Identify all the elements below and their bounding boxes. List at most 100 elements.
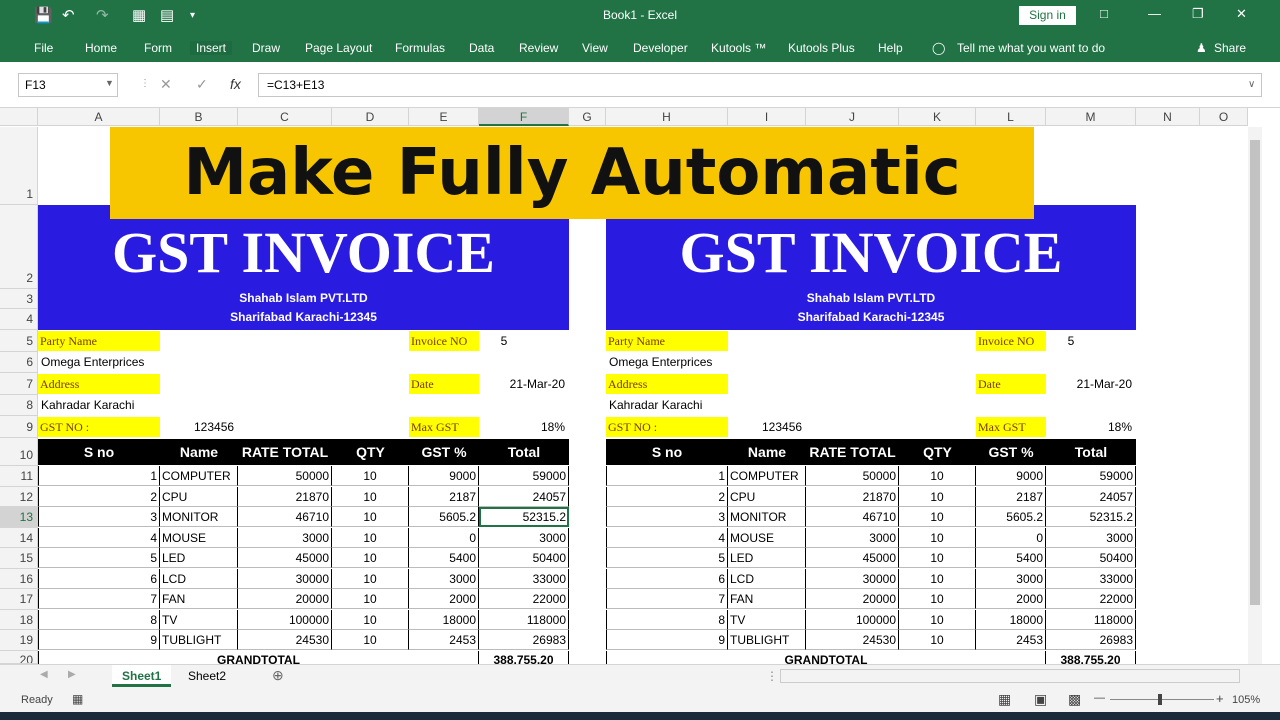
zoom-slider[interactable] [1110, 699, 1214, 700]
cell-rate-total[interactable]: 24530 [238, 630, 332, 650]
row-header-8[interactable]: 8 [0, 395, 38, 416]
cell-name[interactable]: MOUSE [160, 528, 238, 548]
invoice-no-value[interactable]: 5 [479, 331, 529, 351]
cell-qty[interactable]: 10 [899, 487, 976, 507]
cell-qty[interactable]: 10 [332, 630, 409, 650]
row-header-4[interactable]: 4 [0, 309, 38, 330]
cell-qty[interactable]: 10 [332, 528, 409, 548]
cell-name[interactable]: CPU [728, 487, 806, 507]
row-header-17[interactable]: 17 [0, 589, 38, 610]
cell-s-no[interactable]: 7 [606, 589, 728, 609]
cell-gst[interactable]: 0 [409, 528, 479, 548]
tab-review[interactable]: Review [519, 41, 558, 55]
cell-gst[interactable]: 2187 [976, 487, 1046, 507]
row-header-2[interactable]: 2 [0, 205, 38, 289]
cell-rate-total[interactable]: 20000 [806, 589, 899, 609]
cell-qty[interactable]: 10 [332, 466, 409, 486]
cell-qty[interactable]: 10 [332, 487, 409, 507]
cell-total[interactable]: 26983 [1046, 630, 1136, 650]
cell-name[interactable]: LED [160, 548, 238, 568]
cell-gst[interactable]: 3000 [409, 569, 479, 589]
share-button[interactable]: Share [1214, 41, 1246, 55]
sign-in-button[interactable]: Sign in [1019, 6, 1076, 25]
cell-name[interactable]: MOUSE [728, 528, 806, 548]
cell-name[interactable]: CPU [160, 487, 238, 507]
cell-s-no[interactable]: 4 [606, 528, 728, 548]
cell-rate-total[interactable]: 3000 [238, 528, 332, 548]
cell-total[interactable]: 118000 [1046, 610, 1136, 630]
ribbon-display-icon[interactable]: □ [1100, 6, 1108, 21]
cell-qty[interactable]: 10 [899, 630, 976, 650]
col-header-o[interactable]: O [1200, 108, 1248, 126]
cell-s-no[interactable]: 3 [38, 507, 160, 527]
page-break-view-icon[interactable]: ▩ [1068, 691, 1081, 708]
close-icon[interactable]: ✕ [1236, 6, 1247, 22]
col-header-a[interactable]: A [38, 108, 160, 126]
sheet-tab-sheet2[interactable]: Sheet2 [178, 665, 236, 687]
col-header-f[interactable]: F [479, 108, 569, 126]
cell-total[interactable]: 22000 [479, 589, 569, 609]
cell-qty[interactable]: 10 [899, 589, 976, 609]
cell-s-no[interactable]: 2 [38, 487, 160, 507]
zoom-level[interactable]: 105% [1232, 694, 1260, 706]
cell-rate-total[interactable]: 20000 [238, 589, 332, 609]
cell-total[interactable]: 59000 [479, 466, 569, 486]
name-box-dropdown-icon[interactable]: ▼ [105, 78, 114, 88]
col-header-g[interactable]: G [569, 108, 606, 126]
cell-name[interactable]: FAN [728, 589, 806, 609]
cell-name[interactable]: COMPUTER [160, 466, 238, 486]
cell-name[interactable]: LED [728, 548, 806, 568]
cell-total[interactable]: 50400 [1046, 548, 1136, 568]
tab-data[interactable]: Data [469, 41, 494, 55]
tell-me-search[interactable]: Tell me what you want to do [957, 41, 1105, 55]
grand-total-value[interactable]: 388,755.20 [479, 651, 569, 664]
row-header-20[interactable]: 20 [0, 651, 38, 664]
cell-name[interactable]: COMPUTER [728, 466, 806, 486]
cell-rate-total[interactable]: 46710 [238, 507, 332, 527]
tab-insert[interactable]: Insert [190, 41, 233, 55]
cell-total[interactable]: 52315.2 [1046, 507, 1136, 527]
grand-total-value[interactable]: 388,755.20 [1046, 651, 1136, 664]
cell-rate-total[interactable]: 30000 [806, 569, 899, 589]
cell-rate-total[interactable]: 50000 [238, 466, 332, 486]
col-header-h[interactable]: H [606, 108, 728, 126]
cell-gst[interactable]: 18000 [976, 610, 1046, 630]
col-header-c[interactable]: C [238, 108, 332, 126]
cell-name[interactable]: TUBLIGHT [728, 630, 806, 650]
cell-total[interactable]: 52315.2 [479, 507, 569, 527]
tab-developer[interactable]: Developer [633, 41, 688, 55]
cell-s-no[interactable]: 8 [606, 610, 728, 630]
cell-name[interactable]: MONITOR [728, 507, 806, 527]
zoom-in-icon[interactable]: + [1216, 691, 1224, 706]
cell-qty[interactable]: 10 [332, 610, 409, 630]
tab-help[interactable]: Help [878, 41, 903, 55]
cell-qty[interactable]: 10 [332, 589, 409, 609]
minimize-icon[interactable]: — [1148, 6, 1161, 21]
cell-total[interactable]: 3000 [479, 528, 569, 548]
col-header-m[interactable]: M [1046, 108, 1136, 126]
tab-kutools-plus[interactable]: Kutools Plus [788, 41, 855, 55]
scroll-right-icon[interactable]: ▶ [68, 669, 76, 680]
cell-s-no[interactable]: 4 [38, 528, 160, 548]
cell-rate-total[interactable]: 24530 [806, 630, 899, 650]
row-header-19[interactable]: 19 [0, 630, 38, 651]
cell-gst[interactable]: 2453 [976, 630, 1046, 650]
cell-name[interactable]: FAN [160, 589, 238, 609]
restore-icon[interactable]: ❐ [1192, 6, 1204, 22]
page-layout-view-icon[interactable]: ▣ [1034, 691, 1047, 708]
cell-name[interactable]: LCD [160, 569, 238, 589]
cell-s-no[interactable]: 5 [38, 548, 160, 568]
cell-gst[interactable]: 2000 [409, 589, 479, 609]
row-header-3[interactable]: 3 [0, 289, 38, 309]
cell-gst[interactable]: 2187 [409, 487, 479, 507]
cell-s-no[interactable]: 6 [606, 569, 728, 589]
col-header-i[interactable]: I [728, 108, 806, 126]
zoom-out-icon[interactable]: — [1094, 692, 1105, 704]
cell-s-no[interactable]: 8 [38, 610, 160, 630]
party-name-value[interactable]: Omega Enterprices [41, 352, 241, 372]
cell-total[interactable]: 24057 [1046, 487, 1136, 507]
cell-name[interactable]: TUBLIGHT [160, 630, 238, 650]
tab-formulas[interactable]: Formulas [395, 41, 445, 55]
cell-qty[interactable]: 10 [899, 569, 976, 589]
cell-name[interactable]: LCD [728, 569, 806, 589]
